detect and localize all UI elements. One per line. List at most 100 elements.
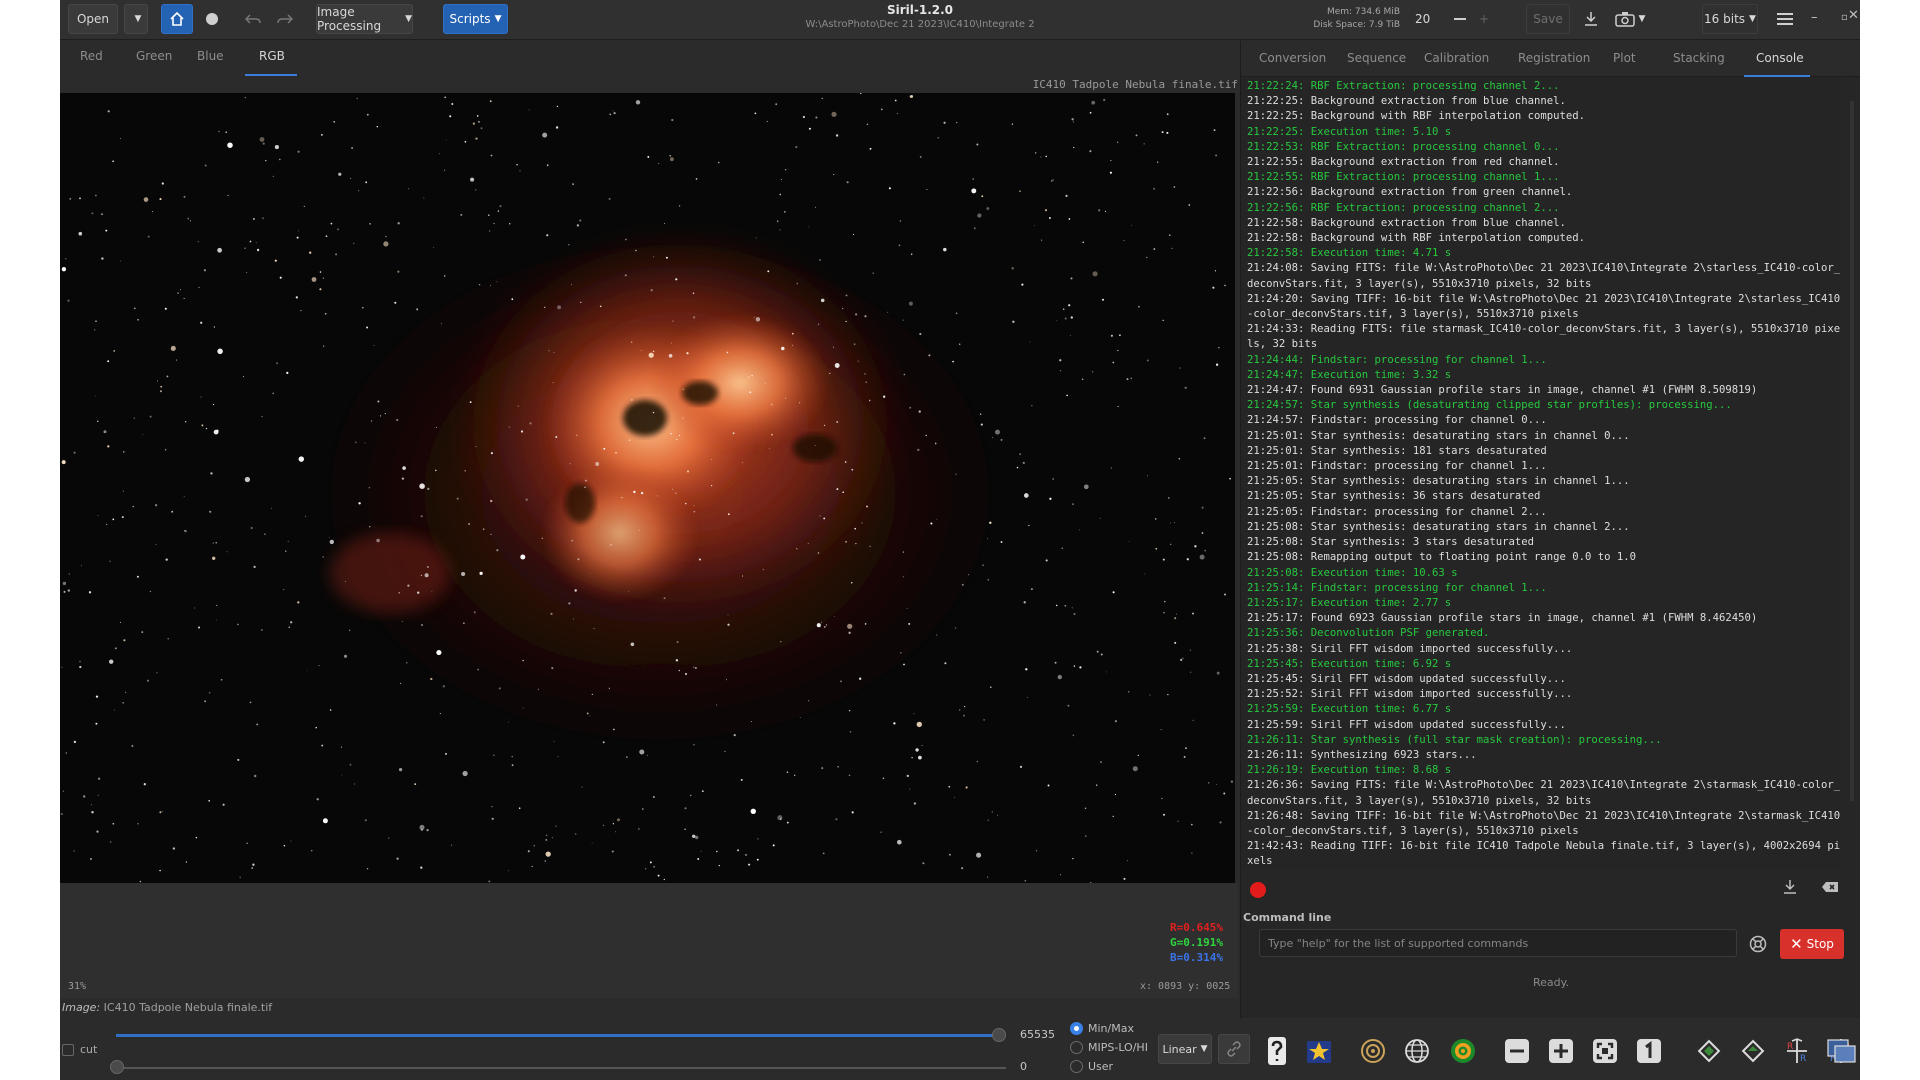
livestack-button[interactable]	[196, 4, 228, 34]
psf-button[interactable]	[1446, 1034, 1480, 1068]
chevron-down-icon: ▼	[1749, 14, 1756, 24]
tab-registration[interactable]: Registration	[1518, 51, 1590, 65]
star	[732, 432, 735, 435]
rotate-right-button[interactable]	[1736, 1034, 1770, 1068]
zoom-fit-button[interactable]	[1588, 1034, 1622, 1068]
star	[119, 621, 121, 623]
tab-rgb[interactable]: RGB	[259, 49, 285, 63]
right-panel: Conversion Sequence Calibration Registra…	[1240, 41, 1860, 1018]
radio-mips[interactable]	[1070, 1041, 1083, 1054]
star	[757, 838, 759, 840]
star	[1174, 641, 1177, 644]
star	[183, 496, 185, 498]
star	[120, 138, 121, 139]
annotate-button[interactable]	[1400, 1034, 1434, 1068]
command-input[interactable]	[1259, 929, 1737, 957]
undo-button[interactable]	[240, 4, 266, 34]
save-button[interactable]: Save	[1526, 4, 1570, 34]
star	[105, 229, 108, 232]
radio-user[interactable]	[1070, 1060, 1083, 1073]
chevron-down-icon: ▼	[1200, 1044, 1208, 1054]
bit-depth-selector[interactable]: 16 bits ▼	[1702, 4, 1758, 34]
console-scrollbar[interactable]	[1850, 101, 1854, 801]
star	[1065, 194, 1068, 197]
save-log-icon[interactable]	[1783, 879, 1797, 898]
console-log[interactable]: 21:22:24: RBF Extraction: processing cha…	[1241, 78, 1841, 868]
star	[1029, 341, 1031, 343]
tab-calibration[interactable]: Calibration	[1424, 51, 1489, 65]
console-line: 21:22:25: Background extraction from blu…	[1247, 95, 1566, 108]
star	[179, 289, 181, 291]
open-button[interactable]: Open	[68, 4, 118, 34]
star	[254, 774, 257, 778]
star	[557, 756, 559, 758]
image-canvas[interactable]	[60, 93, 1235, 883]
recent-files-dropdown[interactable]: ▼	[124, 4, 148, 34]
star	[979, 413, 982, 415]
close-icon[interactable]: ✕	[1848, 8, 1859, 23]
star	[987, 538, 989, 540]
star	[490, 533, 492, 535]
threads-decrease-button[interactable]	[1448, 4, 1472, 34]
star	[903, 373, 906, 376]
chain-channels-button[interactable]	[1218, 1034, 1250, 1064]
scripts-menu[interactable]: Scripts ▼	[443, 4, 508, 34]
high-slider-handle[interactable]	[992, 1028, 1006, 1042]
tab-red[interactable]: Red	[80, 49, 103, 63]
home-button[interactable]	[161, 4, 193, 34]
star	[987, 578, 990, 581]
star	[573, 618, 575, 620]
cut-checkbox[interactable]	[62, 1044, 74, 1056]
color-saturation-button[interactable]	[1302, 1034, 1336, 1068]
zoom-in-button[interactable]	[1544, 1034, 1578, 1068]
star	[407, 584, 410, 587]
rotate-left-button[interactable]	[1692, 1034, 1726, 1068]
star	[491, 817, 494, 820]
zoom-out-button[interactable]	[1500, 1034, 1534, 1068]
star	[1064, 317, 1067, 320]
redo-button[interactable]	[272, 4, 298, 34]
stretch-selector[interactable]: Linear ▼	[1158, 1034, 1212, 1064]
contrast-toggle-icon	[1268, 1037, 1286, 1065]
stop-button[interactable]: ✕ Stop	[1780, 929, 1844, 959]
main-menu-button[interactable]	[1770, 4, 1800, 34]
chevron-down-icon: ▼	[134, 14, 142, 24]
star	[1132, 766, 1138, 772]
star	[475, 189, 477, 191]
tab-green[interactable]: Green	[136, 49, 172, 63]
tab-sequence[interactable]: Sequence	[1347, 51, 1406, 65]
tab-plot[interactable]: Plot	[1613, 51, 1636, 65]
star	[1162, 813, 1166, 816]
console-line: 21:24:47: Found 6931 Gaussian profile st…	[1247, 384, 1758, 397]
star	[121, 516, 124, 519]
histogram-toggle-button[interactable]	[1260, 1034, 1294, 1068]
tab-stacking[interactable]: Stacking	[1673, 51, 1725, 65]
star	[215, 619, 217, 621]
snapshot-button[interactable]: ▼	[1610, 4, 1650, 34]
tab-conversion[interactable]: Conversion	[1259, 51, 1326, 65]
star	[399, 682, 402, 685]
image-processing-menu[interactable]: Image Processing ▼	[316, 4, 413, 34]
star	[990, 686, 992, 688]
radio-minmax[interactable]	[1070, 1022, 1083, 1035]
save-as-button[interactable]	[1578, 4, 1604, 34]
star	[1201, 506, 1204, 509]
tab-console[interactable]: Console	[1756, 51, 1804, 65]
low-slider-track[interactable]	[116, 1067, 1006, 1069]
mirror-x-button[interactable]: RR	[1780, 1034, 1814, 1068]
display-mode-button[interactable]	[1825, 1034, 1859, 1068]
command-help-button[interactable]	[1745, 931, 1771, 957]
low-slider-handle[interactable]	[110, 1060, 124, 1074]
photometry-button[interactable]	[1356, 1034, 1390, 1068]
threads-value[interactable]: 20	[1414, 4, 1444, 34]
threads-increase-button[interactable]: +	[1474, 4, 1494, 34]
record-log-icon[interactable]	[1250, 882, 1266, 898]
maximize-icon[interactable]: ▫	[1841, 12, 1848, 23]
star	[274, 259, 277, 262]
clear-log-icon[interactable]	[1821, 881, 1839, 896]
zoom-100-button[interactable]	[1632, 1034, 1666, 1068]
tab-blue[interactable]: Blue	[197, 49, 224, 63]
star	[517, 405, 519, 407]
minimize-icon[interactable]: –	[1811, 10, 1818, 25]
star	[1188, 204, 1191, 206]
